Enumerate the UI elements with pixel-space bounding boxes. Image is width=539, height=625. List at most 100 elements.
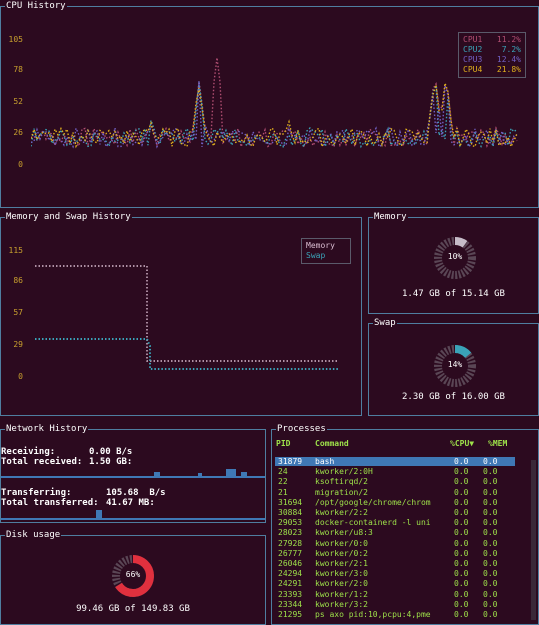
receive-sparkline	[1, 469, 265, 478]
process-pid: 21295	[278, 610, 303, 619]
process-cpu: 0.0	[454, 589, 469, 599]
process-pid: 26777	[278, 548, 303, 558]
process-row[interactable]: 24 kworker/2:0H 0.0 0.0	[275, 467, 515, 476]
process-cpu: 0.0	[454, 610, 469, 619]
process-cpu: 0.0	[454, 457, 469, 466]
process-table-header: PID Command %CPU▼ %MEM	[276, 439, 534, 450]
process-row[interactable]: 22 ksoftirqd/2 0.0 0.0	[275, 477, 515, 486]
process-pid: 26046	[278, 559, 303, 568]
process-command: kworker/0:2	[315, 548, 368, 558]
process-command: ps axo pid:10,pcpu:4,pme	[315, 610, 431, 619]
disk-usage-panel: Disk usage 66% 99.46 GB of 149.83 GB	[0, 530, 266, 625]
process-mem: 0.0	[483, 538, 498, 548]
memory-legend-entry: Memory	[306, 241, 335, 250]
process-cpu: 0.0	[454, 467, 469, 477]
swap-panel: Swap 14% 2.30 GB of 16.00 GB	[368, 318, 539, 416]
disk-usage-title: Disk usage	[5, 530, 62, 541]
process-command: /opt/google/chrome/chrom	[315, 497, 431, 507]
process-mem: 0.0	[483, 518, 498, 528]
swap-percent: 14%	[447, 360, 463, 369]
cpu-legend-name: CPU3	[463, 55, 483, 64]
cpu-legend-entry: CPU1 11.2%	[463, 35, 521, 45]
disk-percent: 66%	[125, 570, 141, 579]
receiving-value: 0.00 B/s	[89, 447, 133, 457]
process-row[interactable]: 31694/opt/google/chrome/chrom 0.0 0.0	[275, 498, 515, 507]
process-cpu: 0.0	[454, 538, 469, 548]
cpu-column-header[interactable]: %CPU▼	[450, 439, 474, 448]
process-row[interactable]: 23393 kworker/1:2 0.0 0.0	[275, 590, 515, 599]
swap-series-line	[35, 338, 339, 370]
process-cpu: 0.0	[454, 508, 469, 517]
memswap-ytick: 0	[18, 372, 23, 381]
process-mem: 0.0	[483, 457, 498, 466]
process-row[interactable]: 26777 kworker/0:2 0.0 0.0	[275, 549, 515, 558]
process-row[interactable]: 26046 kworker/2:1 0.0 0.0	[275, 559, 515, 568]
process-command: kworker/2:1	[315, 559, 368, 568]
process-mem: 0.0	[483, 508, 498, 517]
process-row[interactable]: 24291 kworker/2:0 0.0 0.0	[275, 579, 515, 588]
cpu-ytick: 78	[13, 65, 23, 74]
memory-percent: 10%	[447, 252, 463, 261]
process-command: ksoftirqd/2	[315, 477, 368, 487]
swap-legend-entry: Swap	[306, 251, 326, 260]
process-mem: 0.0	[483, 569, 498, 579]
process-pid: 28023	[278, 528, 303, 538]
cpu-legend-entry: CPU3 12.4%	[463, 55, 521, 65]
disk-usage-text: 99.46 GB of 149.83 GB	[76, 604, 190, 614]
process-row[interactable]: 30884 kworker/2:2 0.0 0.0	[275, 508, 515, 517]
process-command: bash	[315, 457, 335, 466]
process-mem: 0.0	[483, 579, 498, 589]
process-pid: 27928	[278, 538, 303, 548]
process-row[interactable]: 27928 kworker/0:0 0.0 0.0	[275, 539, 515, 548]
process-row[interactable]: 28023 kworker/u8:3 0.0 0.0	[275, 528, 515, 537]
process-mem: 0.0	[483, 477, 498, 487]
transferring-label: Transferring:	[1, 488, 72, 498]
mem-column-header[interactable]: %MEM	[488, 439, 507, 448]
cpu-ytick: 0	[18, 160, 23, 169]
process-command: kworker/2:0H	[315, 467, 373, 477]
process-mem: 0.0	[483, 610, 498, 619]
process-row[interactable]: 23344 kworker/3:2 0.0 0.0	[275, 600, 515, 609]
process-pid: 29053	[278, 518, 303, 528]
process-scrollbar[interactable]	[531, 460, 536, 620]
process-mem: 0.0	[483, 487, 498, 497]
cpu-legend-value: 7.2%	[501, 45, 521, 54]
cpu-legend: CPU1 11.2% CPU2 7.2% CPU3 12.4% CPU4 21.8%	[458, 32, 526, 78]
process-cpu: 0.0	[454, 497, 469, 507]
processes-title: Processes	[276, 424, 327, 435]
process-cpu: 0.0	[454, 579, 469, 589]
process-pid: 22	[278, 477, 288, 487]
process-pid: 23393	[278, 589, 303, 599]
process-mem: 0.0	[483, 599, 498, 609]
process-cpu: 0.0	[454, 548, 469, 558]
process-row[interactable]: 24294 kworker/3:0 0.0 0.0	[275, 569, 515, 578]
process-command: migration/2	[315, 487, 368, 497]
process-mem: 0.0	[483, 528, 498, 538]
process-row[interactable]: 21 migration/2 0.0 0.0	[275, 488, 515, 497]
memory-usage-text: 1.47 GB of 15.14 GB	[402, 289, 505, 299]
process-cpu: 0.0	[454, 528, 469, 538]
process-command: kworker/u8:3	[315, 528, 373, 538]
transfer-sparkline	[1, 510, 265, 520]
process-cpu: 0.0	[454, 559, 469, 568]
disk-gauge: 66%	[111, 554, 155, 598]
total-transferred-value: 41.67 MB:	[106, 498, 155, 508]
process-command: kworker/1:2	[315, 589, 368, 599]
cpu-legend-value: 12.4%	[496, 55, 521, 64]
pid-column-header[interactable]: PID	[276, 439, 290, 448]
cpu-legend-name: CPU2	[463, 45, 483, 54]
cpu-legend-value: 11.2%	[496, 35, 521, 44]
swap-gauge: 14%	[433, 344, 477, 388]
processes-panel: Processes PID Command %CPU▼ %MEM 31879 ba…	[271, 424, 539, 625]
swap-title: Swap	[373, 318, 397, 329]
command-column-header[interactable]: Command	[315, 439, 349, 448]
process-pid: 21	[278, 487, 288, 497]
memswap-ytick: 86	[13, 276, 23, 285]
process-row[interactable]: 29053 docker-containerd -l uni 0.0 0.0	[275, 518, 515, 527]
process-command: kworker/3:0	[315, 569, 368, 579]
network-history-title: Network History	[5, 424, 89, 435]
memory-series-line	[35, 265, 339, 362]
process-row[interactable]: 31879 bash 0.0 0.0	[275, 457, 515, 466]
total-transferred-row: Total transferred: 41.67 MB:	[1, 498, 155, 508]
process-row[interactable]: 21295 ps axo pid:10,pcpu:4,pme 0.0 0.0	[275, 610, 515, 619]
